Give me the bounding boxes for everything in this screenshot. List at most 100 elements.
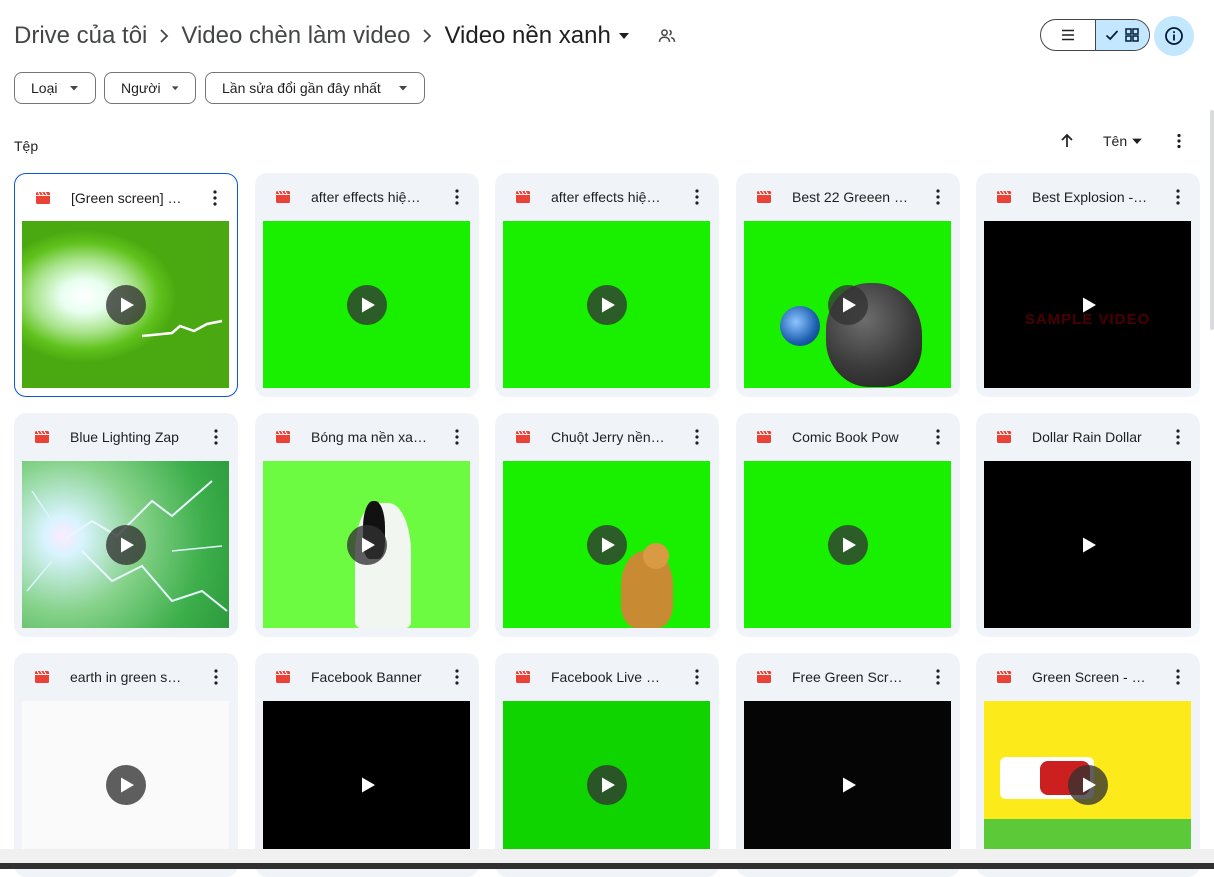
more-vert-icon[interactable] <box>449 668 465 686</box>
file-name: after effects hiệu ứng <box>311 189 427 205</box>
welcome-banner-graphic <box>984 707 1191 745</box>
more-vert-icon[interactable] <box>1170 188 1186 206</box>
view-toggle <box>1040 19 1150 51</box>
list-view-button[interactable] <box>1041 20 1095 50</box>
filter-modified-label: Lần sửa đổi gần đây nhất <box>222 80 381 96</box>
file-name: Blue Lighting Zap <box>70 429 179 445</box>
shared-people-icon[interactable] <box>657 26 677 46</box>
current-folder-menu[interactable]: Video nền xanh <box>444 22 630 50</box>
file-card[interactable]: Comic Book Pow <box>736 413 960 637</box>
details-info-button[interactable] <box>1154 16 1194 56</box>
play-button[interactable] <box>827 284 868 325</box>
file-card[interactable]: Dollar Rain Dollar <box>976 413 1200 637</box>
file-card[interactable]: Facebook Banner <box>255 653 479 877</box>
file-card-header: Facebook Banner <box>255 653 479 701</box>
file-card[interactable]: Green Screen - Welcome <box>976 653 1200 877</box>
play-button[interactable] <box>346 284 387 325</box>
breadcrumb-parent-folder[interactable]: Video chèn làm video <box>181 22 410 50</box>
grid-view-button[interactable] <box>1094 20 1149 50</box>
play-button[interactable] <box>347 765 387 805</box>
video-thumbnail[interactable] <box>263 461 470 628</box>
taskbar-strip <box>0 863 1214 869</box>
more-vert-icon[interactable] <box>689 188 705 206</box>
video-thumbnail[interactable] <box>503 701 710 868</box>
caret-down-icon <box>171 86 179 91</box>
file-card[interactable]: Chuột Jerry nền xanh <box>495 413 719 637</box>
file-card[interactable]: after effects hiệu ứng <box>255 173 479 397</box>
video-file-icon <box>516 190 530 203</box>
video-thumbnail[interactable]: SAMPLE VIDEO <box>984 221 1191 388</box>
play-button[interactable] <box>1068 525 1108 565</box>
video-thumbnail[interactable] <box>503 221 710 388</box>
video-thumbnail[interactable] <box>984 701 1191 868</box>
video-thumbnail[interactable] <box>744 221 951 388</box>
video-thumbnail[interactable] <box>263 701 470 868</box>
play-button[interactable] <box>1067 764 1108 805</box>
file-card[interactable]: earth in green screen <box>14 653 238 877</box>
more-vert-icon[interactable] <box>449 188 465 206</box>
more-vert-icon[interactable] <box>1170 132 1188 150</box>
more-vert-icon[interactable] <box>208 428 224 446</box>
file-card[interactable]: after effects hiệu ứng <box>495 173 719 397</box>
video-file-icon <box>276 190 290 203</box>
play-icon <box>1083 537 1096 552</box>
play-button[interactable] <box>105 284 146 325</box>
video-thumbnail[interactable] <box>744 461 951 628</box>
file-card[interactable]: Blue Lighting Zap <box>14 413 238 637</box>
file-name: Free Green Screen <box>792 669 908 685</box>
play-button[interactable] <box>586 524 627 565</box>
file-card[interactable]: Bóng ma nền xanh <box>255 413 479 637</box>
file-card[interactable]: Facebook Live Reactions <box>495 653 719 877</box>
sort-by-label: Tên <box>1103 133 1128 149</box>
more-vert-icon[interactable] <box>689 428 705 446</box>
sort-direction-arrow-icon[interactable] <box>1058 132 1076 150</box>
play-icon <box>602 297 615 312</box>
video-thumbnail[interactable] <box>22 221 229 388</box>
filter-people-label: Người <box>121 80 161 96</box>
video-thumbnail[interactable] <box>984 461 1191 628</box>
play-button[interactable] <box>105 764 146 805</box>
caret-down-icon <box>399 86 407 91</box>
file-name: Facebook Banner <box>311 669 422 685</box>
file-card[interactable]: Free Green Screen <box>736 653 960 877</box>
play-button[interactable] <box>346 524 387 565</box>
more-vert-icon[interactable] <box>689 668 705 686</box>
video-thumbnail[interactable] <box>22 701 229 868</box>
file-card[interactable]: Best Explosion - Green SAMPLE VIDEO <box>976 173 1200 397</box>
play-button[interactable] <box>105 524 146 565</box>
file-name: Comic Book Pow <box>792 429 899 445</box>
play-button[interactable] <box>586 284 627 325</box>
more-vert-icon[interactable] <box>207 189 223 207</box>
video-file-icon <box>35 430 49 443</box>
video-thumbnail[interactable] <box>22 461 229 628</box>
vertical-scrollbar[interactable] <box>1210 110 1214 330</box>
file-card-header: Bóng ma nền xanh <box>255 413 479 461</box>
play-button[interactable] <box>828 765 868 805</box>
more-vert-icon[interactable] <box>930 428 946 446</box>
more-vert-icon[interactable] <box>930 668 946 686</box>
breadcrumb-my-drive[interactable]: Drive của tôi <box>14 22 147 50</box>
file-card-header: after effects hiệu ứng <box>495 173 719 221</box>
filter-type-chip[interactable]: Loại <box>14 72 96 104</box>
more-vert-icon[interactable] <box>930 188 946 206</box>
video-thumbnail[interactable] <box>263 221 470 388</box>
file-name: Facebook Live Reactions <box>551 669 667 685</box>
play-icon <box>843 777 856 792</box>
file-card[interactable]: Best 22 Greeen Screen <box>736 173 960 397</box>
play-button[interactable] <box>1068 285 1108 325</box>
more-vert-icon[interactable] <box>1170 668 1186 686</box>
file-card[interactable]: [Green screen] Lightning <box>14 173 238 397</box>
chevron-right-icon <box>410 28 444 44</box>
more-vert-icon[interactable] <box>1170 428 1186 446</box>
grid-icon <box>1125 28 1139 42</box>
play-button[interactable] <box>827 524 868 565</box>
sort-by-menu[interactable]: Tên <box>1103 133 1143 149</box>
filter-modified-chip[interactable]: Lần sửa đổi gần đây nhất <box>205 72 425 104</box>
filter-people-chip[interactable]: Người <box>104 72 196 104</box>
more-vert-icon[interactable] <box>449 428 465 446</box>
video-thumbnail[interactable] <box>744 701 951 868</box>
video-thumbnail[interactable] <box>503 461 710 628</box>
file-card-header: Best Explosion - Green <box>976 173 1200 221</box>
play-button[interactable] <box>586 764 627 805</box>
more-vert-icon[interactable] <box>208 668 224 686</box>
